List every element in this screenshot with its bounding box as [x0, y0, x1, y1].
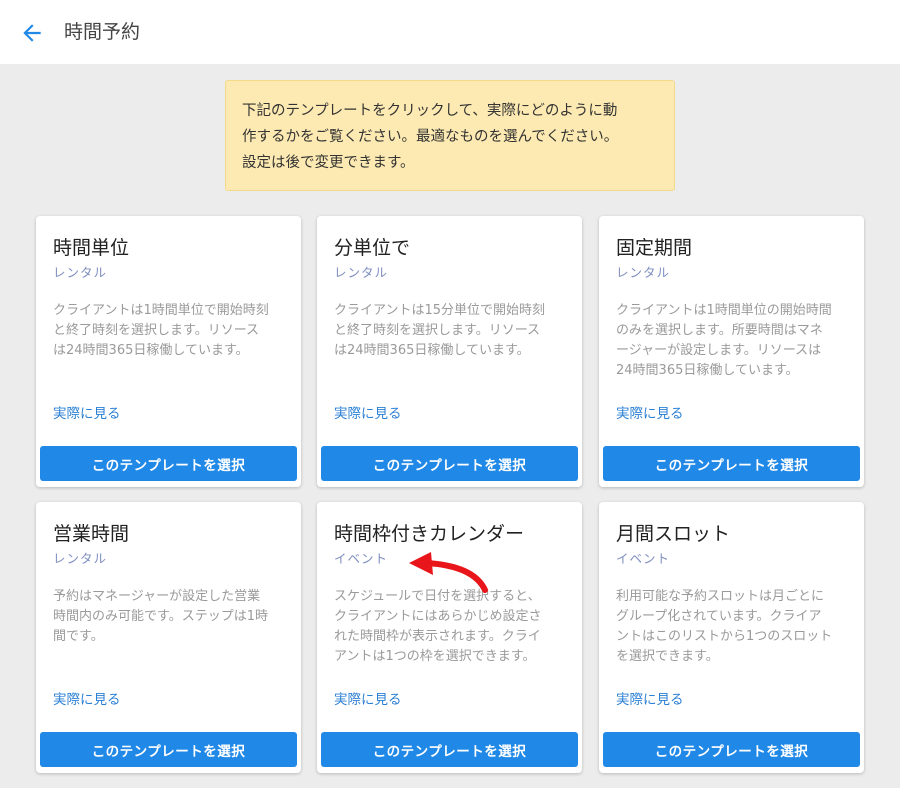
- card-description: スケジュールで日付を選択すると、 クライアントにはあらかじめ設定さ れた時間枠が…: [334, 587, 570, 667]
- card-category: レンタル: [334, 265, 389, 280]
- page-title: 時間予約: [64, 21, 141, 43]
- card-description: クライアントは15分単位で開始時刻 と終了時刻を選択します。リソース は24時間…: [334, 301, 570, 361]
- desc-line: クライアントは15分単位で開始時刻: [334, 303, 546, 318]
- arrow-left-icon: [23, 24, 41, 42]
- desc-line: ントはこのリストから1つのスロット: [616, 629, 833, 644]
- desc-line: クライアントは1時間単位で開始時刻: [53, 303, 269, 318]
- select-template-button[interactable]: このテンプレートを選択: [40, 732, 297, 767]
- back-button[interactable]: [16, 17, 48, 49]
- select-template-button[interactable]: このテンプレートを選択: [603, 732, 860, 767]
- template-card-minutes: 分単位で レンタル クライアントは15分単位で開始時刻 と終了時刻を選択します。…: [317, 216, 582, 487]
- select-template-button[interactable]: このテンプレートを選択: [321, 732, 578, 767]
- desc-line: 時間内のみ可能です。ステップは1時: [53, 609, 268, 624]
- desc-line: アントは1つの枠を選択できます。: [334, 649, 536, 664]
- card-title: 分単位で: [334, 237, 411, 259]
- card-title: 時間枠付きカレンダー: [334, 523, 525, 545]
- desc-line: は24時間365日稼働しています。: [334, 343, 530, 358]
- desc-line: と終了時刻を選択します。リソース: [53, 323, 260, 338]
- card-category: レンタル: [53, 551, 108, 566]
- select-template-button[interactable]: このテンプレートを選択: [40, 446, 297, 481]
- card-description: クライアントは1時間単位で開始時刻 と終了時刻を選択します。リソース は24時間…: [53, 301, 289, 361]
- desc-line: 利用可能な予約スロットは月ごとに: [616, 589, 825, 604]
- card-description: 予約はマネージャーが設定した営業 時間内のみ可能です。ステップは1時 間です。: [53, 587, 289, 647]
- card-category: レンタル: [53, 265, 108, 280]
- desc-line: 間です。: [53, 629, 104, 644]
- card-title: 固定期間: [616, 237, 693, 259]
- see-demo-link[interactable]: 実際に見る: [616, 405, 684, 423]
- info-notice: 下記のテンプレートをクリックして、実際にどのように動 作するかをご覧ください。最…: [225, 80, 675, 191]
- see-demo-link[interactable]: 実際に見る: [334, 405, 402, 423]
- desc-line: クライアントにはあらかじめ設定さ: [334, 609, 542, 624]
- desc-line: グループ化されています。クライア: [616, 609, 822, 624]
- card-category: レンタル: [616, 265, 671, 280]
- template-card-fixed-duration: 固定期間 レンタル クライアントは1時間単位の開始時間 のみを選択します。所要時…: [599, 216, 864, 487]
- template-card-monthly-slots: 月間スロット イベント 利用可能な予約スロットは月ごとに グループ化されています…: [599, 502, 864, 773]
- template-card-hourly: 時間単位 レンタル クライアントは1時間単位で開始時刻 と終了時刻を選択します。…: [36, 216, 301, 487]
- desc-line: と終了時刻を選択します。リソース: [334, 323, 541, 338]
- see-demo-link[interactable]: 実際に見る: [334, 691, 402, 709]
- notice-line: 設定は後で変更できます。: [242, 155, 415, 171]
- notice-line: 下記のテンプレートをクリックして、実際にどのように動: [242, 103, 618, 119]
- desc-line: は24時間365日稼働しています。: [53, 343, 249, 358]
- template-card-calendar-slots: 時間枠付きカレンダー イベント スケジュールで日付を選択すると、 クライアントに…: [317, 502, 582, 773]
- desc-line: クライアントは1時間単位の開始時間: [616, 303, 832, 318]
- desc-line: ージャーが設定します。リソースは: [616, 343, 822, 358]
- desc-line: のみを選択します。所要時間はマネ: [616, 323, 823, 338]
- card-category: イベント: [334, 551, 389, 566]
- card-description: 利用可能な予約スロットは月ごとに グループ化されています。クライア ントはこのリ…: [616, 587, 852, 667]
- card-title: 営業時間: [53, 523, 130, 545]
- notice-line: 作するかをご覧ください。最適なものを選んでください。: [242, 129, 619, 145]
- desc-line: 予約はマネージャーが設定した営業: [53, 589, 261, 604]
- card-title: 月間スロット: [616, 523, 731, 545]
- see-demo-link[interactable]: 実際に見る: [616, 691, 684, 709]
- select-template-button[interactable]: このテンプレートを選択: [321, 446, 578, 481]
- template-card-business-hours: 営業時間 レンタル 予約はマネージャーが設定した営業 時間内のみ可能です。ステッ…: [36, 502, 301, 773]
- card-description: クライアントは1時間単位の開始時間 のみを選択します。所要時間はマネ ージャーが…: [616, 301, 852, 381]
- top-app-bar: 時間予約: [0, 0, 900, 64]
- card-category: イベント: [616, 551, 671, 566]
- desc-line: 24時間365日稼働しています。: [616, 363, 799, 378]
- select-template-button[interactable]: このテンプレートを選択: [603, 446, 860, 481]
- see-demo-link[interactable]: 実際に見る: [53, 691, 121, 709]
- desc-line: スケジュールで日付を選択すると、: [334, 589, 541, 604]
- desc-line: を選択できます。: [616, 649, 719, 664]
- card-title: 時間単位: [53, 237, 130, 259]
- see-demo-link[interactable]: 実際に見る: [53, 405, 121, 423]
- desc-line: れた時間枠が表示されます。クライ: [334, 629, 541, 644]
